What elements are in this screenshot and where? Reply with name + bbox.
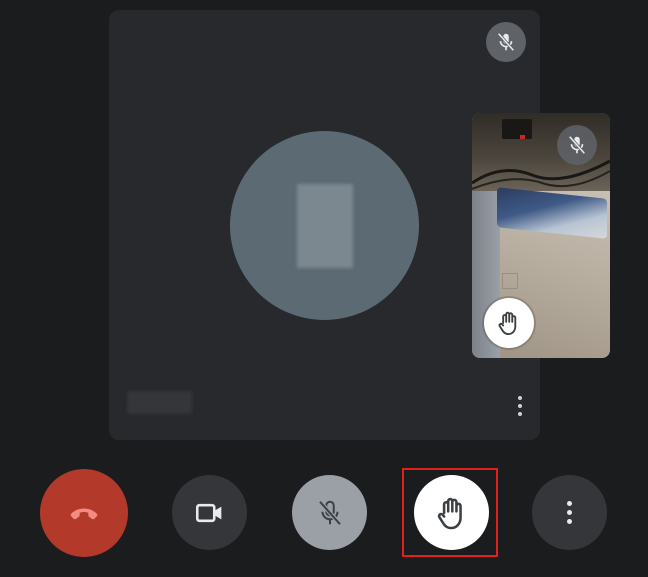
end-call-button[interactable] xyxy=(40,469,128,557)
raised-hand-icon xyxy=(437,497,462,529)
avatar-icon xyxy=(297,184,353,268)
microphone-toggle-button[interactable] xyxy=(292,475,367,550)
phone-hangup-icon xyxy=(70,508,98,520)
main-participant-more-button[interactable] xyxy=(508,390,532,422)
more-vert-icon xyxy=(567,501,572,524)
raised-hand-icon xyxy=(498,311,517,336)
more-vert-icon xyxy=(518,396,522,400)
mic-off-icon xyxy=(317,499,342,526)
videocam-icon xyxy=(195,503,221,522)
self-video-stamp xyxy=(502,273,518,289)
self-mic-status xyxy=(557,125,597,165)
main-participant-mic-status xyxy=(486,22,526,62)
more-options-button[interactable] xyxy=(532,475,607,550)
camera-toggle-button[interactable] xyxy=(172,475,247,550)
self-video-tile[interactable] xyxy=(472,113,610,358)
raise-hand-button[interactable] xyxy=(414,475,489,550)
self-video-device xyxy=(502,119,532,139)
self-video-light xyxy=(520,135,525,139)
mic-off-icon xyxy=(568,135,586,155)
mic-off-icon xyxy=(497,32,515,52)
self-hand-raised-indicator xyxy=(484,298,534,348)
participant-name-label xyxy=(127,391,192,414)
